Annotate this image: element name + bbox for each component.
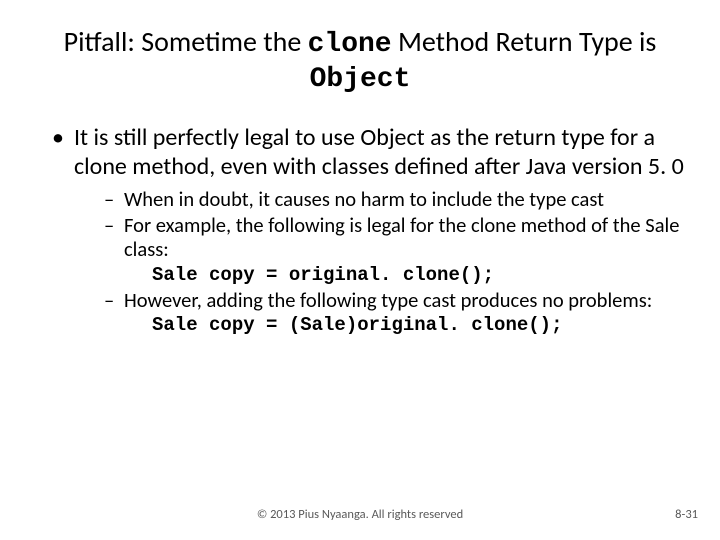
title-code-clone: clone: [308, 29, 392, 60]
title-prefix: Pitfall: Sometime the: [64, 24, 308, 59]
bullet-list: It is still perfectly legal to use Objec…: [36, 124, 684, 336]
slide-title: Pitfall: Sometime the clone Method Retur…: [36, 26, 684, 96]
title-mid: Method Return Type is: [392, 24, 657, 59]
bullet-main-text: It is still perfectly legal to use Objec…: [74, 123, 684, 180]
slide: Pitfall: Sometime the clone Method Retur…: [0, 0, 720, 540]
sub-bullet-2: For example, the following is legal for …: [104, 213, 684, 261]
bullet-main: It is still perfectly legal to use Objec…: [52, 124, 684, 336]
sub-list: When in doubt, it causes no harm to incl…: [74, 187, 684, 337]
code-block-a: Sale copy = original. clone();: [104, 264, 684, 286]
copyright-text: © 2013 Pius Nyaanga. All rights reserved: [0, 507, 720, 522]
title-code-object: Object: [310, 64, 411, 95]
footer: © 2013 Pius Nyaanga. All rights reserved…: [0, 507, 720, 522]
sub-bullet-1: When in doubt, it causes no harm to incl…: [104, 187, 684, 211]
sub-bullet-3: However, adding the following type cast …: [104, 288, 684, 312]
page-number: 8-31: [675, 507, 698, 522]
code-block-b: Sale copy = (Sale)original. clone();: [104, 314, 684, 336]
